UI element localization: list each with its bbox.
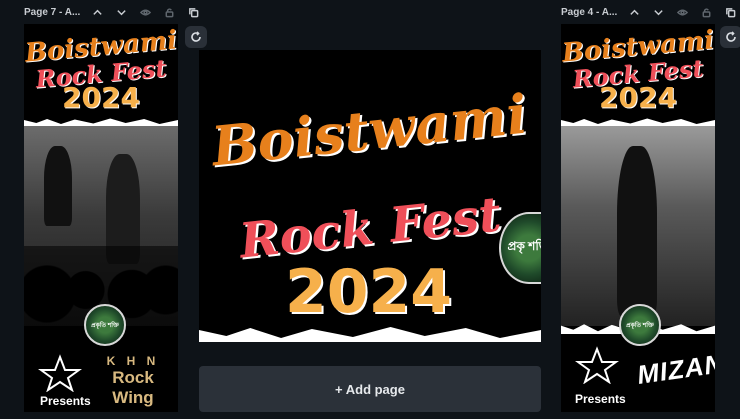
- brand-logo: প্রকৃ শক্তি: [499, 212, 541, 284]
- right-page-label[interactable]: Page 4 - A...: [561, 7, 617, 18]
- band-line2: Rock Wing: [112, 368, 154, 407]
- left-page-label[interactable]: Page 7 - A...: [24, 7, 80, 18]
- chevron-up-icon[interactable]: [90, 5, 104, 19]
- add-page-button[interactable]: + Add page: [199, 366, 541, 412]
- band-line1: K H N: [106, 354, 160, 368]
- brand-logo: প্রকৃতি শক্তি: [619, 304, 661, 346]
- lock-icon[interactable]: [699, 5, 713, 19]
- chevron-down-icon[interactable]: [651, 5, 665, 19]
- right-page-bar: Page 4 - A...: [561, 0, 737, 24]
- torn-edge: [24, 118, 178, 126]
- left-page-bar: Page 7 - A...: [24, 0, 200, 24]
- artist-name: MIZAN: [635, 348, 715, 390]
- presents-label: Presents: [40, 394, 91, 408]
- presents-label: Presents: [575, 392, 626, 406]
- stage-photo: [561, 126, 715, 326]
- star-logo-icon: [575, 346, 619, 384]
- left-page-thumbnail[interactable]: Boistwami Rock Fest 2024 প্রকৃতি শক্তি P…: [24, 24, 178, 412]
- poster-title: Boistwami Rock Fest 2024: [24, 25, 178, 112]
- brand-logo: প্রকৃতি শক্তি: [84, 304, 126, 346]
- refresh-icon[interactable]: [185, 26, 207, 48]
- band-name: K H N Rock Wing: [90, 354, 176, 408]
- eye-icon[interactable]: [675, 5, 689, 19]
- center-title-line1: Boistwami: [208, 81, 531, 179]
- center-page-canvas[interactable]: Boistwami Rock Fest 2024 প্রকৃ শক্তি: [199, 50, 541, 342]
- star-logo-icon: [38, 354, 82, 392]
- lock-icon[interactable]: [162, 5, 176, 19]
- eye-icon[interactable]: [138, 5, 152, 19]
- center-title-year: 2024: [285, 257, 452, 327]
- poster-title: Boistwami Rock Fest 2024: [561, 25, 715, 112]
- stage-photo: [24, 126, 178, 326]
- torn-edge: [561, 118, 715, 126]
- right-page-thumbnail[interactable]: Boistwami Rock Fest 2024 প্রকৃতি শক্তি P…: [561, 24, 715, 412]
- duplicate-icon[interactable]: [723, 5, 737, 19]
- guitarist-figure: [44, 146, 72, 226]
- singer-figure: [617, 146, 657, 316]
- duplicate-icon[interactable]: [186, 5, 200, 19]
- chevron-down-icon[interactable]: [114, 5, 128, 19]
- chevron-up-icon[interactable]: [627, 5, 641, 19]
- refresh-icon[interactable]: [720, 26, 740, 48]
